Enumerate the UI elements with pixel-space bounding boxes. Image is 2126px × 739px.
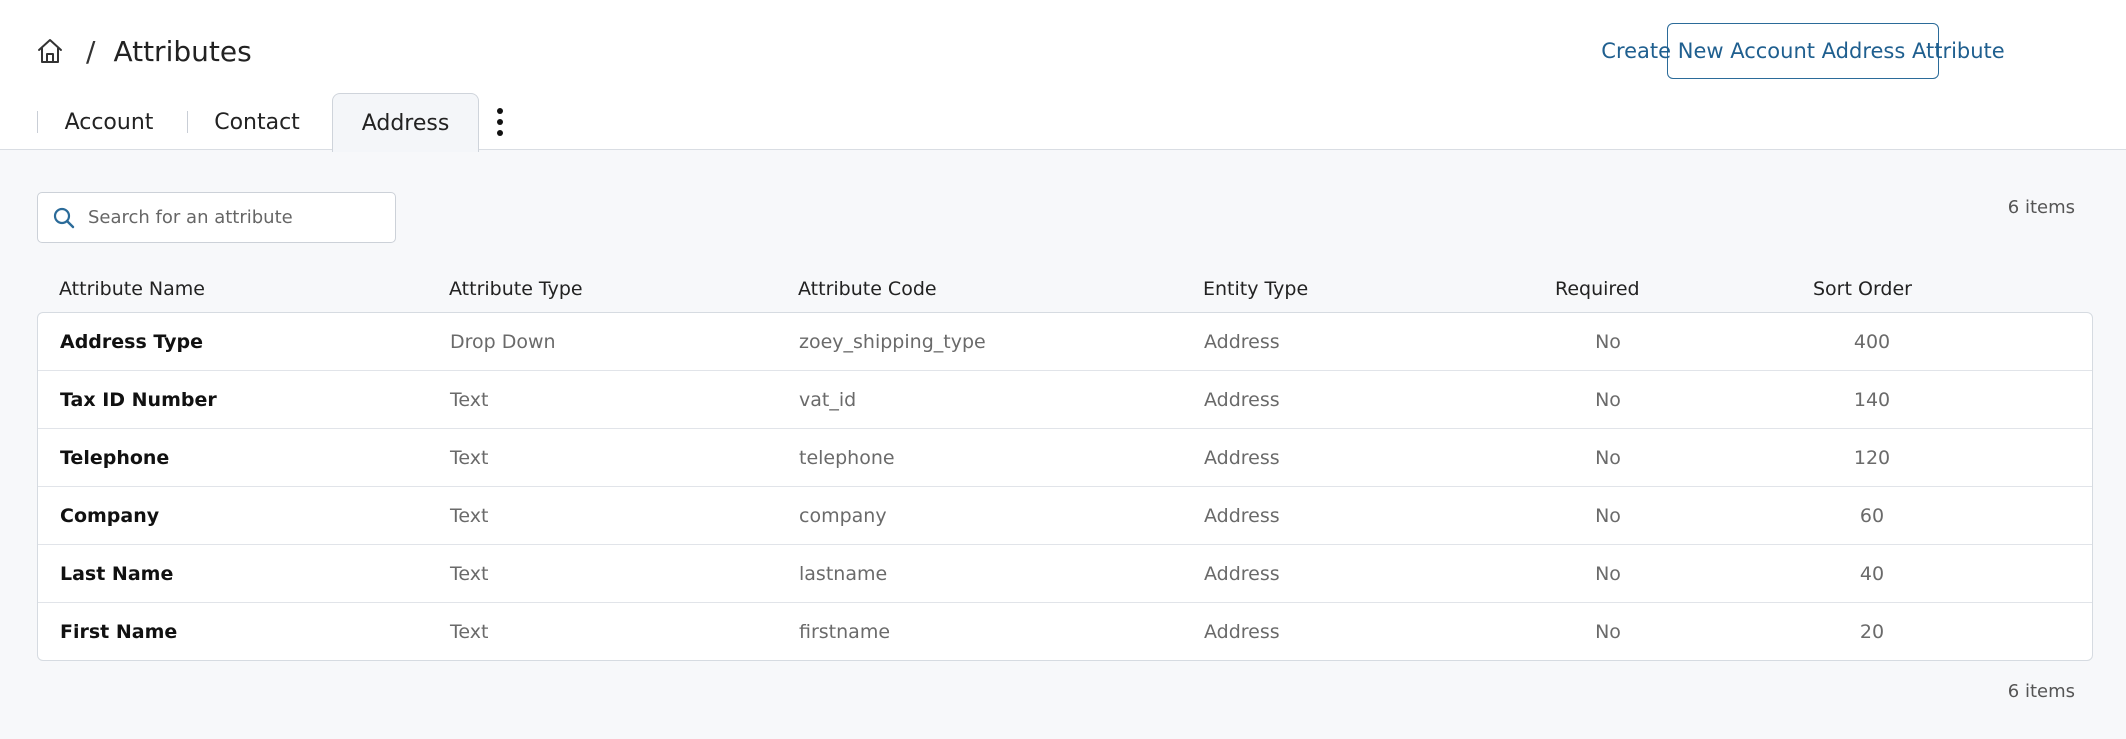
table-row[interactable]: Company Text company Address No 60 (38, 487, 2092, 545)
search-icon (53, 207, 75, 228)
cell-attribute-type: Text (450, 389, 489, 411)
items-count: 6 items (2007, 197, 2075, 218)
cell-entity-type: Address (1204, 331, 1280, 353)
cell-attribute-code: zoey_shipping_type (799, 331, 986, 353)
cell-attribute-name[interactable]: Tax ID Number (60, 389, 217, 411)
table-row[interactable]: Address Type Drop Down zoey_shipping_typ… (38, 313, 2092, 371)
cell-sort-order: 120 (1853, 447, 1891, 469)
home-icon[interactable] (36, 37, 64, 65)
cell-attribute-code: firstname (799, 621, 891, 643)
cell-entity-type: Address (1204, 621, 1280, 643)
tab-divider (37, 111, 38, 133)
page-title: Attributes (113, 34, 252, 68)
cell-attribute-type: Text (450, 505, 489, 527)
tab-account[interactable]: Account (50, 93, 168, 151)
cell-sort-order: 20 (1859, 621, 1885, 643)
cell-entity-type: Address (1204, 505, 1280, 527)
column-header-attribute-type[interactable]: Attribute Type (449, 278, 583, 300)
more-tabs-icon[interactable] (488, 103, 512, 141)
tab-divider (187, 111, 188, 133)
cell-required: No (1595, 331, 1621, 353)
cell-attribute-name[interactable]: Last Name (60, 563, 173, 585)
cell-required: No (1595, 621, 1621, 643)
tab-contact[interactable]: Contact (200, 93, 314, 151)
cell-attribute-type: Text (450, 621, 489, 643)
cell-attribute-type: Text (450, 447, 489, 469)
cell-sort-order: 400 (1853, 331, 1891, 353)
cell-entity-type: Address (1204, 447, 1280, 469)
cell-attribute-code: lastname (799, 563, 888, 585)
column-header-attribute-code[interactable]: Attribute Code (798, 278, 937, 300)
cell-sort-order: 40 (1859, 563, 1885, 585)
attributes-table: Address Type Drop Down zoey_shipping_typ… (37, 312, 2093, 661)
cell-attribute-name[interactable]: Address Type (60, 331, 203, 353)
column-header-attribute-name[interactable]: Attribute Name (59, 278, 205, 300)
tab-address[interactable]: Address (332, 93, 479, 152)
cell-attribute-name[interactable]: Company (60, 505, 159, 527)
items-count: 6 items (2007, 681, 2075, 702)
cell-attribute-code: telephone (799, 447, 895, 469)
page-header: / Attributes Create New Account Address … (0, 0, 2126, 152)
cell-attribute-name[interactable]: Telephone (60, 447, 169, 469)
cell-entity-type: Address (1204, 563, 1280, 585)
cell-entity-type: Address (1204, 389, 1280, 411)
table-row[interactable]: Last Name Text lastname Address No 40 (38, 545, 2092, 603)
column-header-required[interactable]: Required (1555, 278, 1640, 300)
cell-required: No (1595, 563, 1621, 585)
table-header: Attribute Name Attribute Type Attribute … (37, 274, 2092, 306)
column-header-sort-order[interactable]: Sort Order (1813, 278, 1912, 300)
breadcrumb: / Attributes (36, 30, 252, 72)
cell-attribute-code: vat_id (799, 389, 857, 411)
search-input[interactable] (88, 207, 368, 228)
breadcrumb-separator: / (86, 34, 96, 68)
cell-required: No (1595, 447, 1621, 469)
cell-sort-order: 60 (1859, 505, 1885, 527)
cell-attribute-name[interactable]: First Name (60, 621, 177, 643)
column-header-entity-type[interactable]: Entity Type (1203, 278, 1308, 300)
create-attribute-button[interactable]: Create New Account Address Attribute (1601, 23, 2005, 79)
cell-attribute-code: company (799, 505, 887, 527)
cell-attribute-type: Drop Down (450, 331, 556, 353)
table-row[interactable]: Tax ID Number Text vat_id Address No 140 (38, 371, 2092, 429)
table-row[interactable]: First Name Text firstname Address No 20 (38, 603, 2092, 660)
cell-required: No (1595, 389, 1621, 411)
cell-required: No (1595, 505, 1621, 527)
cell-sort-order: 140 (1853, 389, 1891, 411)
table-row[interactable]: Telephone Text telephone Address No 120 (38, 429, 2092, 487)
search-box (37, 192, 396, 243)
cell-attribute-type: Text (450, 563, 489, 585)
